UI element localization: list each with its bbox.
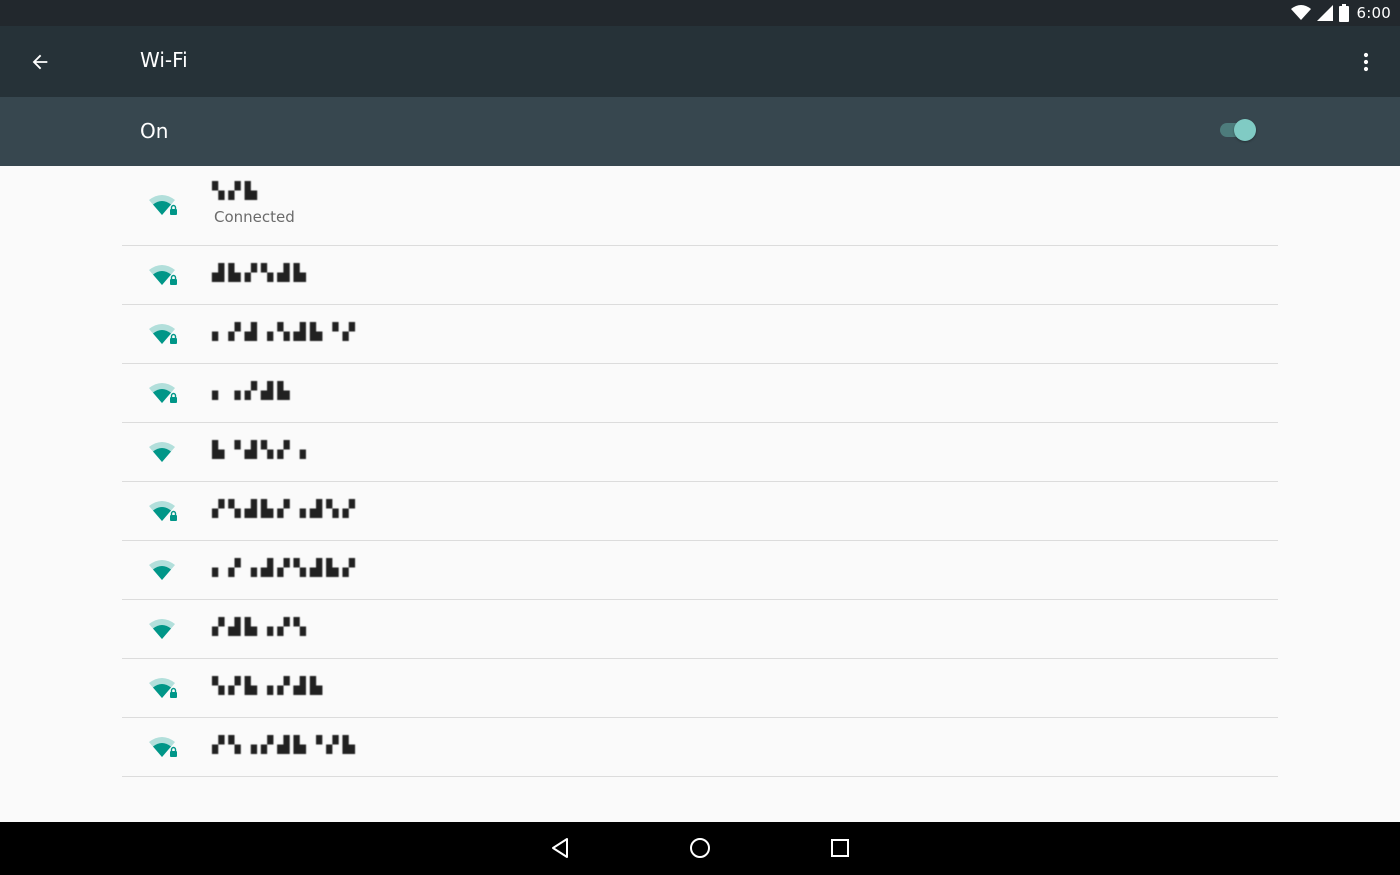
nav-home-button[interactable] [682,830,718,866]
network-ssid: ▖▞▟▗▚▟▙▝▞ [212,322,359,341]
network-list: ▚▞▙ Connected ▟▙▞▚▟▙ ▖▞▟▗▚▟▙▝▞ ▖▗▞▟▙ ▙▝▟▚▞▗ ▞▚… [122,166,1278,777]
wifi-lock-icon [149,324,177,344]
back-triangle-icon [552,838,568,858]
network-ssid: ▞▚▟▙▞▗▟▚▞ [212,499,359,518]
app-bar: Wi-Fi [0,26,1400,97]
network-ssid: ▖▗▞▟▙ [212,381,294,400]
wifi-lock-icon [149,501,177,521]
arrow-back-icon [32,54,48,70]
back-button[interactable] [18,40,62,84]
network-ssid: ▚▞▙▗▞▟▙ [212,676,327,695]
status-clock: 6:00 [1356,4,1391,22]
nav-recents-button[interactable] [822,830,858,866]
wifi-signal-icon [149,560,175,580]
network-status: Connected [214,208,295,226]
wifi-switch-bar[interactable]: On [0,97,1400,166]
wifi-signal-icon [149,442,175,462]
network-list-item[interactable]: ▟▙▞▚▟▙ [122,246,1278,305]
network-list-item[interactable]: ▞▚▟▙▞▗▟▚▞ [122,482,1278,541]
nav-back-button[interactable] [542,830,578,866]
navigation-bar [0,822,1400,875]
cell-signal-icon [1316,5,1333,21]
network-list-item[interactable]: ▖▗▞▟▙ [122,364,1278,423]
network-ssid: ▞▚▗▞▟▙▝▞▙ [212,735,359,754]
wifi-lock-icon [149,265,177,285]
network-list-item[interactable]: ▚▞▙▗▞▟▙ [122,659,1278,718]
toggle-thumb [1234,119,1256,141]
switch-label: On [140,119,169,143]
wifi-toggle[interactable] [1216,115,1260,145]
network-ssid: ▚▞▙ [212,181,261,200]
wifi-signal-icon [1290,5,1311,20]
network-list-item[interactable]: ▖▞▗▟▞▚▟▙▞ [122,541,1278,600]
network-ssid: ▖▞▗▟▞▚▟▙▞ [212,558,359,577]
wifi-signal-icon [149,619,175,639]
network-list-item[interactable]: ▚▞▙ Connected [122,166,1278,246]
network-ssid: ▙▝▟▚▞▗ [212,440,310,459]
wifi-lock-icon [149,678,177,698]
status-bar: 6:00 [0,0,1400,26]
battery-icon [1338,4,1349,22]
network-list-item[interactable]: ▞▟▙▗▞▚ [122,600,1278,659]
more-options-button[interactable] [1344,40,1388,84]
network-list-item[interactable]: ▖▞▟▗▚▟▙▝▞ [122,305,1278,364]
network-ssid: ▟▙▞▚▟▙ [212,263,310,282]
home-circle-icon [690,838,710,858]
network-list-item[interactable]: ▞▚▗▞▟▙▝▞▙ [122,718,1278,777]
network-list-item[interactable]: ▙▝▟▚▞▗ [122,423,1278,482]
wifi-lock-icon [149,195,177,215]
recents-square-icon [831,839,849,857]
wifi-lock-icon [149,737,177,757]
wifi-lock-icon [149,383,177,403]
status-icons: 6:00 [1290,3,1391,23]
more-vert-icon [1363,52,1369,72]
page-title: Wi-Fi [140,48,188,72]
network-ssid: ▞▟▙▗▞▚ [212,617,310,636]
